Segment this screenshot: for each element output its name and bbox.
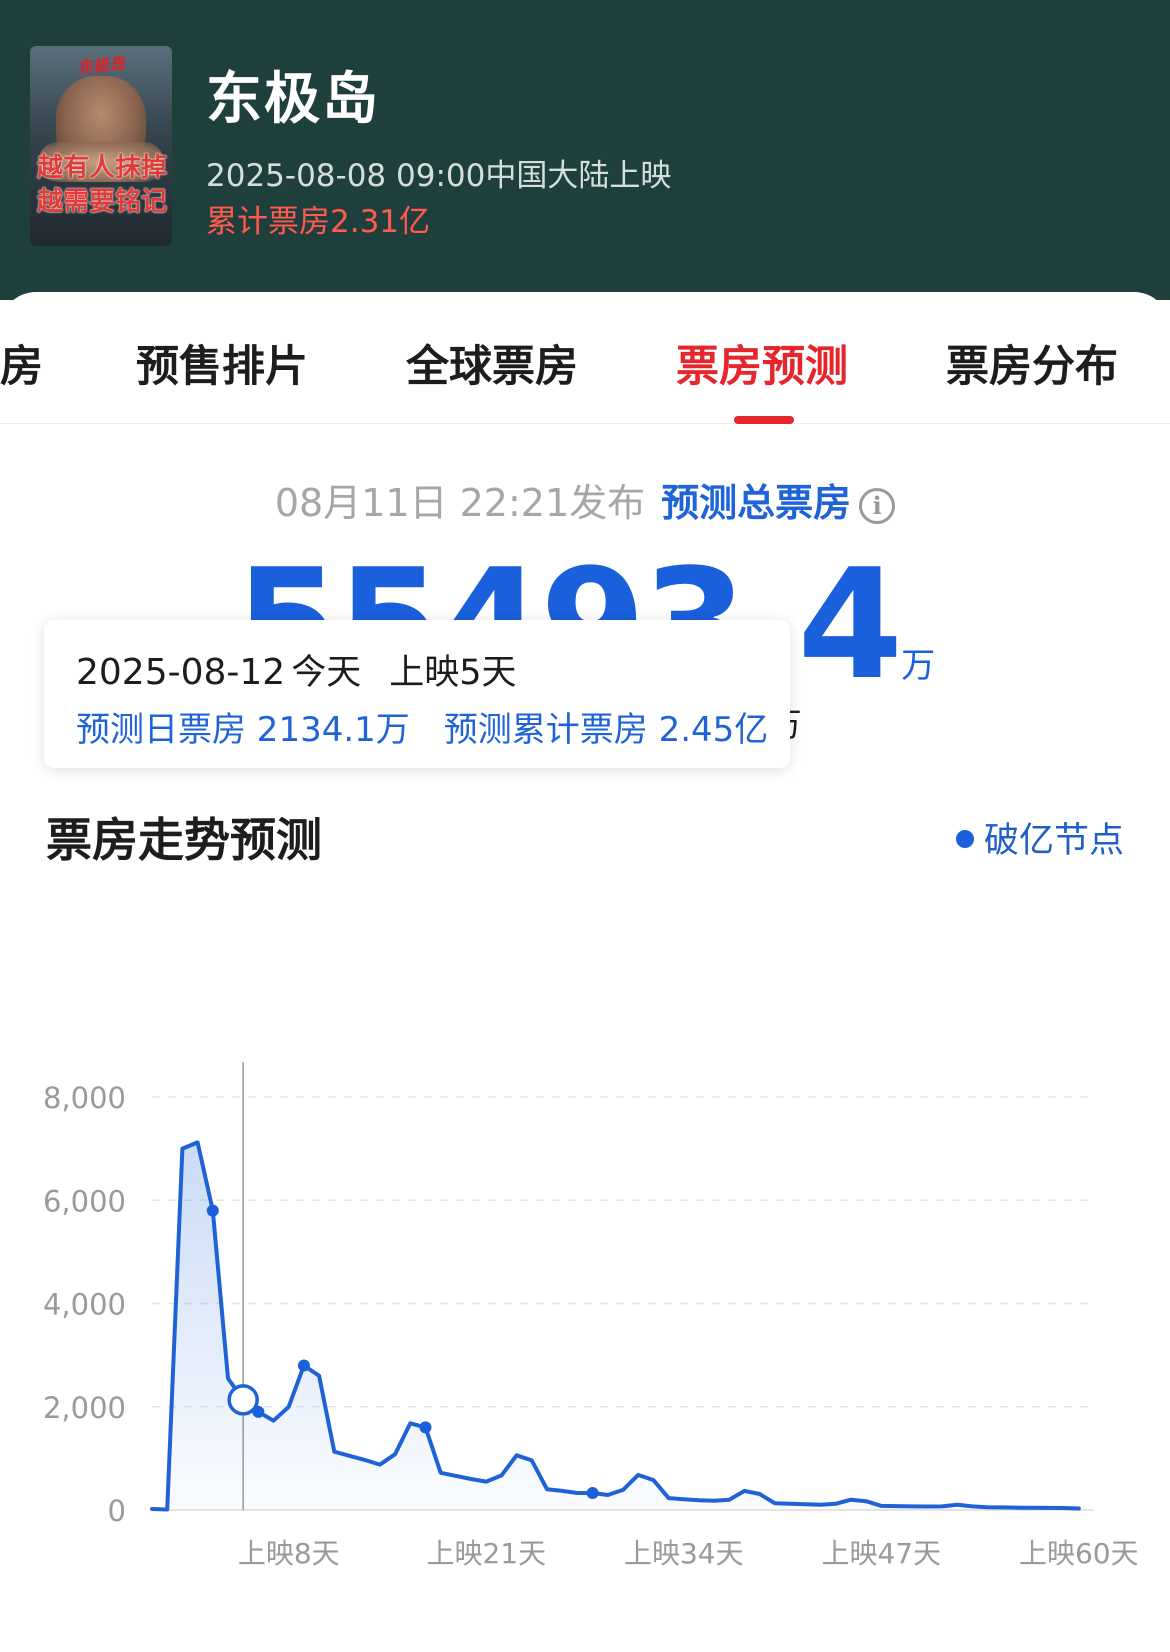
poster-logo: 东极岛 bbox=[76, 53, 127, 78]
page: 东极岛 越有人抹掉 越需要铭记 东极岛 2025-08-08 09:00中国大陆… bbox=[0, 0, 1170, 1652]
movie-poster[interactable]: 东极岛 越有人抹掉 越需要铭记 bbox=[30, 46, 172, 246]
tooltip-cumulative: 预测累计票房 2.45亿 bbox=[443, 710, 769, 750]
tab-forecast[interactable]: 票房预测 bbox=[676, 332, 848, 394]
content-card: 房 预售排片 全球票房 票房预测 票房分布 08月11日 22:21发布 预测总票… bbox=[0, 292, 1170, 1652]
tooltip-days: 上映5天 bbox=[389, 653, 517, 693]
tooltip-today: 今天 bbox=[291, 653, 362, 693]
poster-tagline-1: 越有人抹掉 bbox=[36, 153, 167, 183]
tooltip-daily: 预测日票房 2134.1万 bbox=[76, 710, 410, 750]
info-icon[interactable]: i bbox=[859, 487, 896, 524]
publish-time: 08月11日 22:21发布 bbox=[274, 481, 646, 525]
tab-distribution[interactable]: 票房分布 bbox=[946, 332, 1118, 394]
prediction-label: 预测总票房 bbox=[661, 481, 852, 525]
tab-bar: 房 预售排片 全球票房 票房预测 票房分布 bbox=[0, 292, 1170, 424]
predicted-total-unit: 万 bbox=[901, 646, 936, 686]
legend-dot-icon bbox=[955, 830, 974, 848]
legend-label: 破亿节点 bbox=[983, 821, 1124, 861]
movie-header: 东极岛 越有人抹掉 越需要铭记 东极岛 2025-08-08 09:00中国大陆… bbox=[0, 0, 1170, 300]
tooltip-date: 2025-08-12 bbox=[76, 652, 286, 693]
poster-tagline-2: 越需要铭记 bbox=[36, 187, 167, 217]
cumulative-box-office: 累计票房2.31亿 bbox=[206, 204, 431, 240]
trend-title: 票房走势预测 bbox=[46, 813, 322, 867]
release-info: 2025-08-08 09:00中国大陆上映 bbox=[206, 158, 672, 194]
active-tab-indicator bbox=[734, 416, 794, 424]
tab-presale[interactable]: 预售排片 bbox=[136, 332, 308, 394]
tooltip-date-line: 2025-08-12 今天 上映5天 bbox=[76, 644, 517, 695]
movie-title: 东极岛 bbox=[206, 67, 380, 132]
chart-tooltip: 2025-08-12 今天 上映5天 预测日票房 2134.1万 预测累计票房 2.4… bbox=[44, 620, 790, 768]
tab-global[interactable]: 全球票房 bbox=[406, 332, 578, 394]
prediction-header: 08月11日 22:21发布 预测总票房 i bbox=[0, 472, 1170, 527]
tooltip-values: 预测日票房 2134.1万 预测累计票房 2.45亿 bbox=[76, 702, 768, 751]
legend-milestone[interactable]: 破亿节点 bbox=[955, 812, 1124, 863]
tab-box-office-partial[interactable]: 房 bbox=[0, 332, 43, 394]
